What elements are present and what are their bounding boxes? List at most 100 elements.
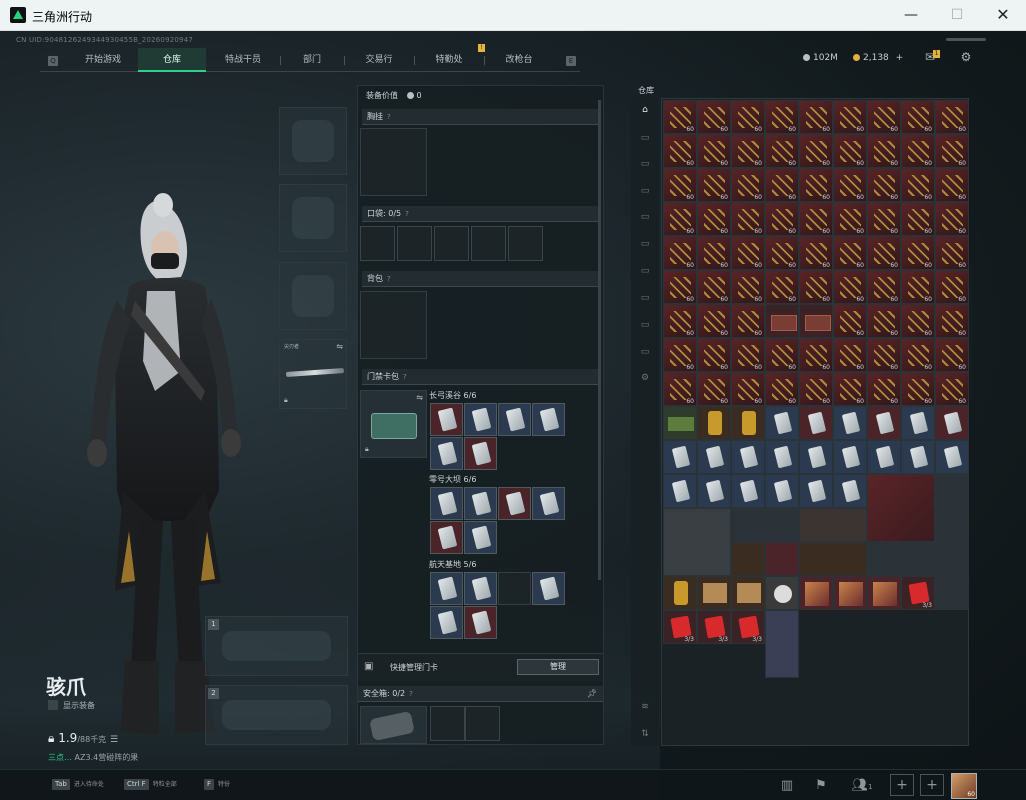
- ammo-item[interactable]: [697, 236, 731, 270]
- ammo-item[interactable]: [867, 134, 901, 168]
- ammo-box-item[interactable]: [765, 304, 799, 338]
- settings-gear-icon[interactable]: ⚙: [958, 50, 974, 64]
- ammo-item[interactable]: [697, 338, 731, 372]
- help-icon[interactable]: ?: [387, 275, 391, 283]
- safe-box-cell[interactable]: [465, 706, 500, 741]
- primary-weapon-slot[interactable]: [205, 616, 348, 676]
- ammo-item[interactable]: [935, 236, 969, 270]
- swap-icon[interactable]: ⇋: [416, 393, 423, 402]
- figurine-item[interactable]: [935, 542, 969, 610]
- ammo-item[interactable]: [935, 304, 969, 338]
- ammo-item[interactable]: [799, 270, 833, 304]
- pin-icon[interactable]: 📌︎: [587, 686, 597, 702]
- ammo-item[interactable]: [765, 236, 799, 270]
- pocket-slot[interactable]: [471, 226, 506, 261]
- ammo-item[interactable]: [697, 168, 731, 202]
- ammo-item[interactable]: [867, 338, 901, 372]
- ammo-item[interactable]: [867, 236, 901, 270]
- key-card-item[interactable]: [935, 406, 969, 440]
- ammo-item[interactable]: [799, 372, 833, 406]
- key-card-item[interactable]: [765, 440, 799, 474]
- list-icon[interactable]: ☰: [110, 735, 118, 745]
- key-card[interactable]: [464, 606, 497, 639]
- tool-item[interactable]: [765, 610, 799, 678]
- key-card-item[interactable]: [663, 474, 697, 508]
- ammo-item[interactable]: [663, 202, 697, 236]
- category-tab-icon[interactable]: ▭: [637, 158, 653, 170]
- key-card-item[interactable]: [833, 406, 867, 440]
- ammo-item[interactable]: [901, 338, 935, 372]
- ammo-item[interactable]: [901, 372, 935, 406]
- close-button[interactable]: ✕: [980, 0, 1026, 31]
- friends-icon[interactable]: 👥︎1: [849, 776, 875, 796]
- pocket-slot[interactable]: [397, 226, 432, 261]
- category-tab-icon[interactable]: ▭: [637, 185, 653, 197]
- ammo-item[interactable]: [663, 372, 697, 406]
- tab-start-game[interactable]: 开始游戏: [68, 48, 138, 72]
- ammo-item[interactable]: [765, 134, 799, 168]
- item[interactable]: [765, 576, 799, 610]
- key-card-item[interactable]: [799, 474, 833, 508]
- ammo-item[interactable]: [833, 236, 867, 270]
- ammo-item[interactable]: [765, 100, 799, 134]
- ammo-item[interactable]: [935, 134, 969, 168]
- panel-scrollbar[interactable]: [598, 100, 601, 580]
- tab-special-ops[interactable]: 特勤处: [416, 48, 482, 72]
- ammo-item[interactable]: [765, 202, 799, 236]
- tab-gunsmith[interactable]: 改枪台: [486, 48, 552, 72]
- invite-slot-button[interactable]: +: [890, 774, 914, 796]
- ammo-item[interactable]: [765, 270, 799, 304]
- ammo-item[interactable]: [935, 270, 969, 304]
- item[interactable]: [765, 542, 799, 576]
- nav-prev-key[interactable]: Q: [48, 56, 58, 66]
- player-avatar[interactable]: 60: [951, 773, 977, 799]
- duck-statue-item[interactable]: [867, 474, 935, 542]
- ammo-item[interactable]: [697, 134, 731, 168]
- key-card-item[interactable]: [833, 440, 867, 474]
- chart-icon[interactable]: ▥: [777, 776, 797, 796]
- ammo-item[interactable]: [799, 134, 833, 168]
- ammo-item[interactable]: [867, 100, 901, 134]
- ammo-item[interactable]: [833, 202, 867, 236]
- item[interactable]: [867, 576, 901, 610]
- ammo-item[interactable]: [697, 304, 731, 338]
- ammo-item[interactable]: [901, 100, 935, 134]
- safe-box-slot[interactable]: [360, 706, 427, 744]
- ammo-item[interactable]: [799, 236, 833, 270]
- key-card[interactable]: [464, 572, 497, 605]
- key-card[interactable]: [430, 606, 463, 639]
- key-card[interactable]: [430, 437, 463, 470]
- ammo-item[interactable]: [833, 134, 867, 168]
- maximize-button[interactable]: ☐: [934, 0, 980, 31]
- ammo-item[interactable]: [901, 236, 935, 270]
- key-card-item[interactable]: [901, 440, 935, 474]
- ammo-item[interactable]: [935, 202, 969, 236]
- key-card-bag-slot[interactable]: ⇋ 🔒︎: [360, 390, 427, 458]
- melee-slot[interactable]: 尖刃者 ⇋ 🔒︎: [279, 339, 347, 409]
- map-item[interactable]: [799, 508, 867, 542]
- item[interactable]: [663, 406, 697, 440]
- ammo-item[interactable]: [799, 100, 833, 134]
- ammo-item[interactable]: [833, 372, 867, 406]
- item[interactable]: [799, 576, 833, 610]
- ammo-item[interactable]: [867, 202, 901, 236]
- key-card-item[interactable]: [765, 406, 799, 440]
- ammo-item[interactable]: [663, 304, 697, 338]
- item[interactable]: [663, 576, 697, 610]
- secondary-weapon-slot[interactable]: [205, 685, 348, 745]
- key-card-item[interactable]: [867, 406, 901, 440]
- ammo-item[interactable]: [765, 338, 799, 372]
- help-icon[interactable]: ?: [387, 113, 391, 121]
- ammo-item[interactable]: [765, 168, 799, 202]
- ammo-item[interactable]: [731, 134, 765, 168]
- ammo-item[interactable]: [731, 168, 765, 202]
- ammo-item[interactable]: [663, 236, 697, 270]
- clock-item[interactable]: [799, 542, 867, 576]
- ammo-item[interactable]: [833, 338, 867, 372]
- ammo-item[interactable]: [935, 168, 969, 202]
- key-card[interactable]: [532, 403, 565, 436]
- key-card[interactable]: [464, 403, 497, 436]
- ammo-item[interactable]: [731, 236, 765, 270]
- ammo-item[interactable]: [901, 202, 935, 236]
- ammo-item[interactable]: [697, 202, 731, 236]
